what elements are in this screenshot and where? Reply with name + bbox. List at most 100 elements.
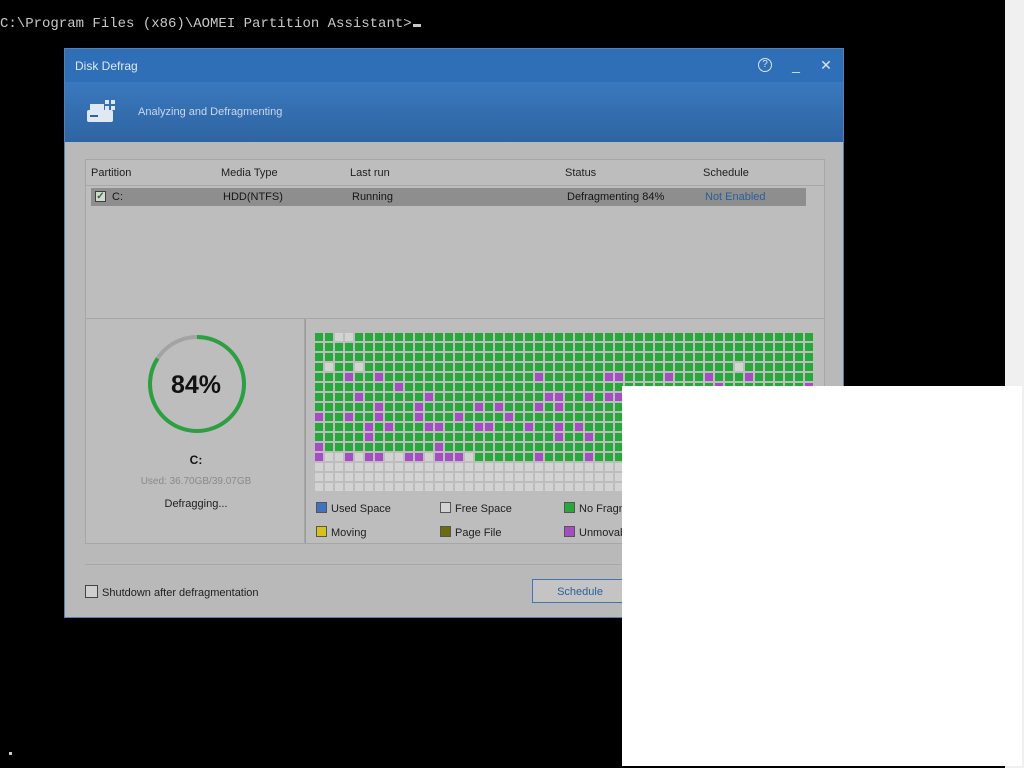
cluster-block xyxy=(335,383,343,391)
cluster-block xyxy=(485,423,493,431)
cluster-block xyxy=(565,483,573,491)
cluster-block xyxy=(465,373,473,381)
cluster-block xyxy=(475,363,483,371)
cluster-block xyxy=(395,463,403,471)
cluster-block xyxy=(585,333,593,341)
shutdown-checkbox[interactable] xyxy=(85,585,98,598)
cluster-block xyxy=(515,483,523,491)
cluster-block xyxy=(315,423,323,431)
cluster-block xyxy=(435,343,443,351)
cluster-block xyxy=(405,343,413,351)
cluster-block xyxy=(495,473,503,481)
schedule-button[interactable]: Schedule xyxy=(532,579,628,603)
cluster-block xyxy=(395,473,403,481)
column-header-last-run[interactable]: Last run xyxy=(350,167,390,179)
cluster-block xyxy=(545,383,553,391)
cluster-block xyxy=(375,443,383,451)
close-button[interactable]: ✕ xyxy=(815,55,837,75)
cluster-block xyxy=(495,333,503,341)
cluster-block xyxy=(535,353,543,361)
cluster-block xyxy=(655,333,663,341)
column-header-media-type[interactable]: Media Type xyxy=(221,167,278,179)
shutdown-option[interactable]: Shutdown after defragmentation xyxy=(85,585,259,599)
cluster-block xyxy=(475,333,483,341)
cluster-block xyxy=(365,363,373,371)
cluster-block xyxy=(605,433,613,441)
cluster-block xyxy=(715,343,723,351)
partition-table: Partition Media Type Last run Status Sch… xyxy=(85,159,825,319)
cluster-block xyxy=(315,343,323,351)
cluster-block xyxy=(325,483,333,491)
cluster-block xyxy=(725,353,733,361)
cluster-block xyxy=(685,373,693,381)
title-bar[interactable]: Disk Defrag ? _ ✕ xyxy=(65,49,843,82)
cluster-block xyxy=(515,403,523,411)
cluster-block xyxy=(485,333,493,341)
cluster-block xyxy=(375,393,383,401)
cluster-block xyxy=(535,373,543,381)
cluster-block xyxy=(765,333,773,341)
help-icon[interactable]: ? xyxy=(758,58,772,72)
cluster-block xyxy=(645,343,653,351)
cluster-block xyxy=(415,383,423,391)
cluster-block xyxy=(385,463,393,471)
cluster-block xyxy=(615,343,623,351)
cluster-block xyxy=(465,443,473,451)
cluster-block xyxy=(365,333,373,341)
minimize-button[interactable]: _ xyxy=(785,55,807,75)
cluster-block xyxy=(515,383,523,391)
cluster-block xyxy=(605,393,613,401)
table-row[interactable]: ✓ C: HDD(NTFS) Running Defragmenting 84%… xyxy=(91,188,806,206)
cluster-block xyxy=(785,353,793,361)
cluster-block xyxy=(445,333,453,341)
cluster-block xyxy=(395,343,403,351)
column-header-schedule[interactable]: Schedule xyxy=(703,167,749,179)
cluster-block xyxy=(405,393,413,401)
cluster-block xyxy=(405,373,413,381)
schedule-link[interactable]: Not Enabled xyxy=(705,191,766,203)
cluster-block xyxy=(525,413,533,421)
cluster-block xyxy=(675,363,683,371)
cluster-block xyxy=(755,333,763,341)
cluster-block xyxy=(775,353,783,361)
cluster-block xyxy=(615,333,623,341)
cluster-block xyxy=(545,443,553,451)
cluster-block xyxy=(715,333,723,341)
cluster-block xyxy=(385,373,393,381)
cluster-block xyxy=(395,483,403,491)
cluster-block xyxy=(455,423,463,431)
cluster-block xyxy=(605,473,613,481)
cluster-block xyxy=(585,483,593,491)
cluster-block xyxy=(355,473,363,481)
cluster-block xyxy=(335,363,343,371)
cluster-block xyxy=(495,483,503,491)
cluster-block xyxy=(435,393,443,401)
cluster-block xyxy=(605,483,613,491)
cluster-block xyxy=(585,393,593,401)
cluster-block xyxy=(385,353,393,361)
cluster-block xyxy=(365,343,373,351)
cluster-block xyxy=(795,343,803,351)
cluster-block xyxy=(415,433,423,441)
cluster-block xyxy=(545,413,553,421)
column-header-partition[interactable]: Partition xyxy=(91,167,131,179)
cluster-block xyxy=(635,343,643,351)
cluster-block xyxy=(385,423,393,431)
cluster-block xyxy=(515,463,523,471)
cluster-block xyxy=(525,433,533,441)
cluster-block xyxy=(785,363,793,371)
cluster-block xyxy=(345,443,353,451)
column-header-status[interactable]: Status xyxy=(565,167,596,179)
row-checkbox[interactable]: ✓ xyxy=(95,191,106,202)
cluster-block xyxy=(575,443,583,451)
cluster-block xyxy=(545,333,553,341)
cluster-block xyxy=(415,413,423,421)
cluster-block xyxy=(535,383,543,391)
cluster-block xyxy=(485,463,493,471)
cluster-block xyxy=(495,383,503,391)
progress-panel: 84% C: Used: 36.70GB/39.07GB Defragging.… xyxy=(85,319,305,544)
cluster-block xyxy=(395,433,403,441)
cluster-block xyxy=(545,373,553,381)
cluster-block xyxy=(565,393,573,401)
cluster-block xyxy=(385,393,393,401)
